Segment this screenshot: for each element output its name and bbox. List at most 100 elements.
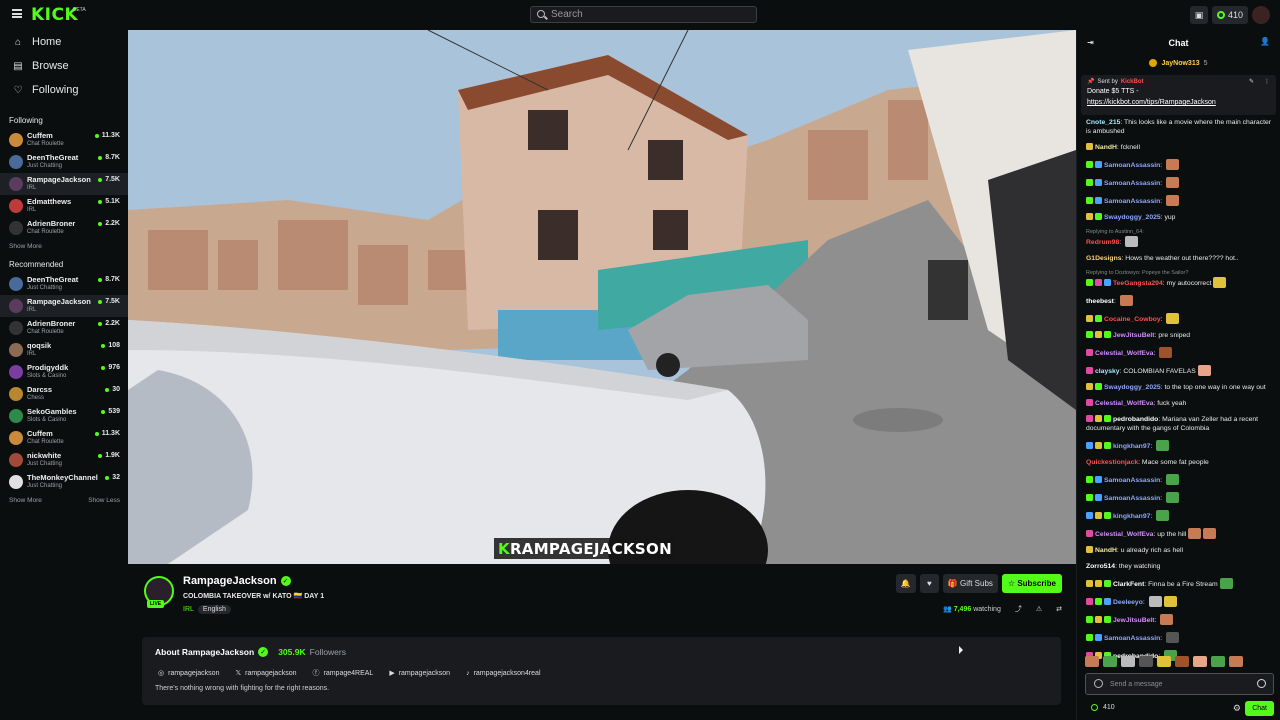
language-tag[interactable]: English	[197, 605, 231, 614]
sidebar-channel[interactable]: TheMonkeyChannel Just Chatting 32	[0, 471, 128, 493]
report-icon[interactable]: ⚠	[1036, 605, 1042, 613]
chat-username[interactable]: NandH	[1095, 547, 1117, 554]
chat-username[interactable]: pedrobandido	[1113, 416, 1158, 423]
emoji-icon[interactable]	[1257, 679, 1266, 688]
emote-thumb[interactable]	[1121, 656, 1135, 667]
chat-username[interactable]: SamoanAssassin	[1104, 162, 1160, 169]
nav-browse[interactable]: ▤ Browse	[0, 54, 128, 78]
top-gifter[interactable]: JayNow313 5	[1077, 55, 1280, 71]
notification-bell-icon[interactable]: 🔔	[895, 574, 916, 593]
follow-heart-icon[interactable]: ♥	[919, 574, 939, 593]
chat-points[interactable]: 410	[1091, 704, 1115, 711]
chat-username[interactable]: Celestial_WolfEva	[1095, 531, 1153, 538]
sidebar-channel[interactable]: Edmatthews IRL 5.1K	[0, 195, 128, 217]
nav-home[interactable]: ⌂ Home	[0, 30, 128, 54]
sidebar-channel[interactable]: Darcss Chess 30	[0, 383, 128, 405]
pinned-link[interactable]: https://kickbot.com/tips/RampageJackson	[1087, 98, 1270, 107]
chat-username[interactable]: SamoanAssassin	[1104, 198, 1160, 205]
sidebar-channel[interactable]: Cuffem Chat Roulette 11.3K	[0, 427, 128, 449]
sidebar-channel[interactable]: Prodigyddk Slots & Casino 976	[0, 361, 128, 383]
emote-thumb[interactable]	[1175, 656, 1189, 667]
sidebar-channel[interactable]: RampageJackson IRL 7.5K	[0, 295, 128, 317]
live-dot-icon	[98, 453, 103, 458]
nav-following[interactable]: ♡ Following	[0, 78, 128, 102]
chat-username[interactable]: Cnote_215	[1086, 119, 1120, 126]
sidebar-channel[interactable]: qoqsik IRL 108	[0, 339, 128, 361]
chat-username[interactable]: SamoanAssassin	[1104, 180, 1160, 187]
emote-thumb[interactable]	[1085, 656, 1099, 667]
chat-message: pedrobandido: Mariana van Zeller had a r…	[1086, 415, 1274, 433]
points-button[interactable]: 410	[1211, 6, 1248, 24]
social-link[interactable]: ▶ rampagejackson	[389, 668, 450, 678]
more-options-icon[interactable]: ⋮	[1264, 78, 1270, 85]
menu-icon[interactable]	[12, 9, 22, 18]
social-link[interactable]: ♪ rampagejackson4real	[466, 668, 540, 678]
chat-username[interactable]: JewJitsuBelt	[1113, 617, 1155, 624]
search-input[interactable]: Search	[530, 6, 757, 23]
send-chat-button[interactable]: Chat	[1245, 701, 1274, 716]
browse-layout-icon[interactable]: ▣	[1189, 6, 1208, 24]
recommended-show-less[interactable]: Show Less	[88, 497, 120, 504]
sidebar-channel[interactable]: SekoGambles Slots & Casino 539	[0, 405, 128, 427]
channel-avatar	[9, 133, 23, 147]
chat-username[interactable]: Swaydoggy_2025	[1104, 384, 1161, 391]
social-link[interactable]: 𝕏rampagejackson	[235, 668, 296, 678]
chat-username[interactable]: kingkhan97	[1113, 513, 1150, 520]
subscribe-button[interactable]: ☆ Subscribe	[1001, 574, 1062, 593]
chat-username[interactable]: NandH	[1095, 144, 1117, 151]
sidebar-channel[interactable]: DeenTheGreat Just Chatting 8.7K	[0, 273, 128, 295]
emote-thumb[interactable]	[1139, 656, 1153, 667]
recommended-show-more[interactable]: Show More	[9, 497, 42, 504]
chat-users-icon[interactable]: 👤	[1260, 37, 1270, 46]
unpin-icon[interactable]: ✎	[1249, 78, 1254, 85]
kick-logo[interactable]: KICK	[31, 5, 78, 25]
chat-username[interactable]: SamoanAssassin	[1104, 635, 1160, 642]
chat-badge-icon[interactable]	[1094, 679, 1103, 688]
video-player[interactable]	[128, 30, 1076, 564]
pinned-message[interactable]: 📌 Sent by KickBot Donate $5 TTS - https:…	[1081, 75, 1276, 115]
sidebar-channel[interactable]: Cuffem Chat Roulette 11.3K	[0, 129, 128, 151]
following-show-more[interactable]: Show More	[9, 243, 42, 250]
chat-username[interactable]: TeeGangsta294	[1113, 280, 1163, 287]
social-link[interactable]: ◎ rampagejackson	[158, 668, 219, 678]
sidebar-channel[interactable]: RampageJackson IRL 7.5K	[0, 173, 128, 195]
chat-username[interactable]: ClarkFent	[1113, 581, 1144, 588]
chat-username[interactable]: Zorro514	[1086, 563, 1115, 570]
channel-category: Slots & Casino	[27, 417, 67, 423]
emote-thumb[interactable]	[1157, 656, 1171, 667]
emote-thumb[interactable]	[1103, 656, 1117, 667]
sidebar-channel[interactable]: nickwhite Just Chatting 1.9K	[0, 449, 128, 471]
gift-subs-button[interactable]: 🎁 Gift Subs	[942, 574, 998, 593]
chat-username[interactable]: JewJitsuBelt	[1113, 332, 1155, 339]
chat-username[interactable]: Celestial_WolfEva	[1095, 400, 1153, 407]
share-icon[interactable]: ⤴	[1015, 604, 1022, 614]
streamer-name[interactable]: RampageJackson	[183, 575, 277, 587]
emote-icon	[1166, 177, 1180, 188]
chat-username[interactable]: Redrum98	[1086, 239, 1119, 246]
chat-username[interactable]: kingkhan97	[1113, 443, 1150, 450]
sidebar-channel[interactable]: AdrienBroner Chat Roulette 2.2K	[0, 217, 128, 239]
emote-thumb[interactable]	[1229, 656, 1243, 667]
chat-username[interactable]: claysky	[1095, 368, 1120, 375]
chat-badge-icon	[1086, 399, 1093, 406]
chat-username[interactable]: Celestial_WolfEva	[1095, 350, 1153, 357]
chat-username[interactable]: Quickestionjack	[1086, 459, 1138, 466]
chat-username[interactable]: G1Designs	[1086, 255, 1122, 262]
chat-username[interactable]: Cocaine_Cowboy	[1104, 316, 1161, 323]
sidebar-channel[interactable]: AdrienBroner Chat Roulette 2.2K	[0, 317, 128, 339]
user-avatar[interactable]	[1252, 6, 1270, 24]
chat-settings-icon[interactable]: ⚙	[1233, 703, 1241, 714]
chat-username[interactable]: SamoanAssassin	[1104, 477, 1160, 484]
chat-username[interactable]: SamoanAssassin	[1104, 495, 1160, 502]
category-link[interactable]: IRL	[183, 606, 194, 613]
collapse-chat-icon[interactable]: ⇥	[1087, 38, 1094, 47]
emote-thumb[interactable]	[1211, 656, 1225, 667]
chat-username[interactable]: theebest	[1086, 298, 1114, 305]
clip-icon[interactable]: ⇄	[1056, 605, 1062, 613]
chat-message-input[interactable]: Send a message	[1085, 673, 1274, 695]
chat-username[interactable]: Deeleeyo	[1113, 599, 1143, 606]
sidebar-channel[interactable]: DeenTheGreat Just Chatting 8.7K	[0, 151, 128, 173]
chat-username[interactable]: Swaydoggy_2025	[1104, 214, 1161, 221]
emote-thumb[interactable]	[1193, 656, 1207, 667]
social-link[interactable]: ⓕ rampage4REAL	[313, 668, 374, 678]
